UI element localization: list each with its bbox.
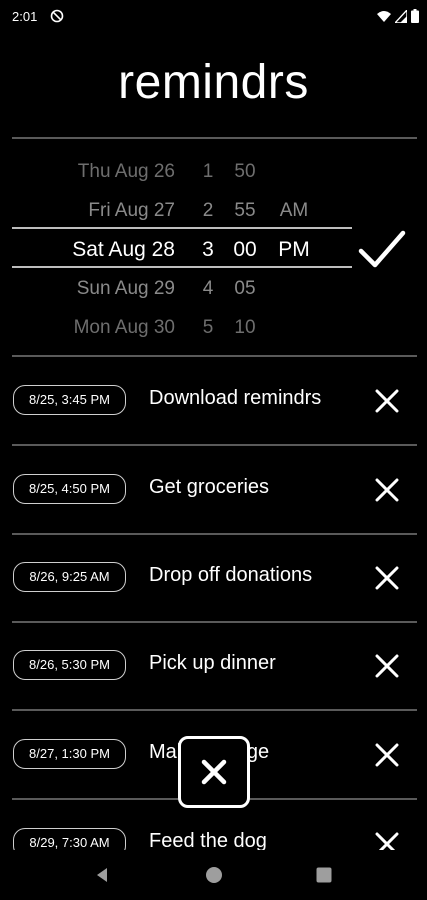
picker-minute-selected[interactable]: 00 [232, 230, 258, 269]
reminder-item: 8/26, 5:30 PM Pick up dinner [0, 622, 427, 710]
reminder-time-badge: 8/26, 9:25 AM [13, 562, 126, 592]
picker-row[interactable]: Thu Aug 26 1 50 [0, 152, 360, 191]
reminder-text[interactable]: Drop off donations [149, 564, 312, 587]
battery-icon [411, 9, 419, 23]
reminder-item: 8/25, 3:45 PM Download remindrs [0, 357, 427, 445]
reminder-text[interactable]: Pick up dinner [149, 652, 276, 675]
picker-minute[interactable]: 05 [232, 269, 258, 308]
picker-date[interactable]: Mon Aug 30 [74, 308, 175, 347]
close-button[interactable] [178, 736, 250, 808]
signal-icon [395, 9, 407, 23]
delete-reminder-icon[interactable] [370, 473, 404, 507]
app-title: remindrs [118, 56, 309, 109]
back-icon[interactable] [93, 866, 111, 884]
delete-reminder-icon[interactable] [370, 561, 404, 595]
close-icon [201, 759, 227, 785]
picker-date[interactable]: Fri Aug 27 [88, 191, 175, 230]
picker-minute[interactable]: 10 [232, 308, 258, 347]
recents-icon[interactable] [315, 866, 333, 884]
delete-reminder-icon[interactable] [370, 384, 404, 418]
picker-row[interactable]: Fri Aug 27 2 55 AM [0, 191, 360, 230]
picker-date[interactable]: Sun Aug 29 [77, 269, 175, 308]
picker-selection-bottom-line [12, 266, 352, 268]
reminder-time-badge: 8/26, 5:30 PM [13, 650, 126, 680]
picker-ampm-selected[interactable]: PM [278, 230, 310, 269]
reminder-item: 8/25, 4:50 PM Get groceries [0, 446, 427, 534]
check-icon[interactable] [356, 225, 408, 273]
picker-hour[interactable]: 5 [200, 308, 216, 347]
wifi-icon [377, 10, 391, 22]
reminder-time-badge: 8/25, 3:45 PM [13, 385, 126, 415]
picker-hour[interactable]: 2 [200, 191, 216, 230]
delete-reminder-icon[interactable] [370, 649, 404, 683]
picker-date-selected[interactable]: Sat Aug 28 [72, 230, 175, 269]
status-time: 2:01 [12, 9, 38, 24]
picker-hour[interactable]: 1 [200, 152, 216, 191]
picker-hour[interactable]: 4 [200, 269, 216, 308]
reminder-time-badge: 8/25, 4:50 PM [13, 474, 126, 504]
picker-selection-top-line [12, 227, 352, 229]
picker-date[interactable]: Thu Aug 26 [78, 152, 175, 191]
home-icon[interactable] [205, 866, 223, 884]
system-nav-bar [0, 850, 427, 900]
status-bar: 2:01 [0, 0, 427, 34]
picker-row[interactable]: Sun Aug 29 4 05 [0, 269, 360, 308]
picker-ampm[interactable]: AM [278, 191, 310, 230]
reminder-time-badge: 8/27, 1:30 PM [13, 739, 126, 769]
picker-minute[interactable]: 55 [232, 191, 258, 230]
dnd-icon [50, 9, 64, 23]
reminder-text[interactable]: Download remindrs [149, 387, 321, 410]
delete-reminder-icon[interactable] [370, 738, 404, 772]
picker-row-selected[interactable]: Sat Aug 28 3 00 PM [0, 230, 360, 269]
reminder-item: 8/26, 9:25 AM Drop off donations [0, 534, 427, 622]
picker-minute[interactable]: 50 [232, 152, 258, 191]
reminder-text[interactable]: Get groceries [149, 476, 269, 499]
picker-row[interactable]: Mon Aug 30 5 10 [0, 308, 360, 347]
divider [12, 137, 417, 139]
picker-hour-selected[interactable]: 3 [200, 230, 216, 269]
